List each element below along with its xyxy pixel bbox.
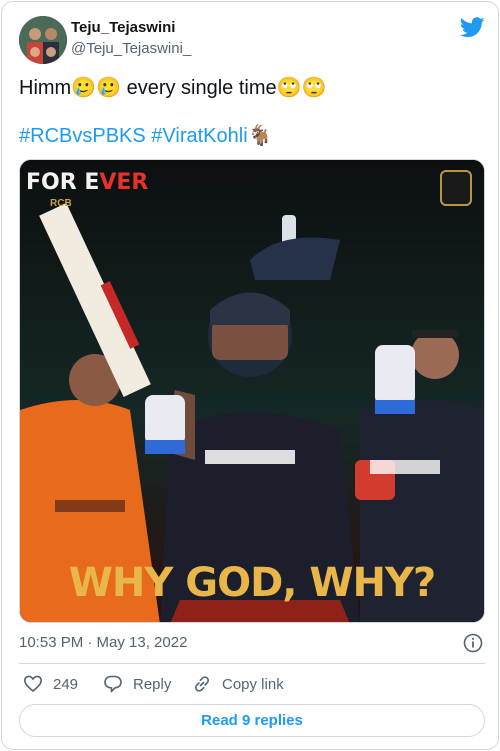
divider xyxy=(19,663,485,664)
reply-label: Reply xyxy=(133,675,172,693)
photo-illustration xyxy=(20,160,484,622)
avatar[interactable] xyxy=(19,16,67,64)
copy-link-button[interactable]: Copy link xyxy=(192,672,284,696)
info-icon[interactable] xyxy=(463,633,483,653)
image-caption: WHY GOD, WHY? xyxy=(68,560,436,606)
reply-button[interactable]: Reply xyxy=(103,672,171,696)
hashtag-rcbvspbks[interactable]: #RCBvsPBKS xyxy=(19,125,146,147)
reply-icon xyxy=(104,675,122,693)
link-icon xyxy=(195,676,209,692)
hashtag-viratkohli[interactable]: #ViratKohli🐐 xyxy=(151,125,272,147)
forever-logo: FOR EVER xyxy=(26,170,149,195)
read-replies-button[interactable]: Read 9 replies xyxy=(19,704,485,737)
author-display-name[interactable]: Teju_Tejaswini xyxy=(71,19,175,36)
copy-link-label: Copy link xyxy=(222,675,284,693)
like-count: 249 xyxy=(53,675,79,693)
tweet-image[interactable]: FOR EVER RCB WHY GOD, WHY? xyxy=(19,159,485,623)
hashtag-line: #RCBvsPBKS #ViratKohli🐐 xyxy=(19,124,273,148)
team-crest-icon xyxy=(440,170,472,206)
forever-logo-sub: RCB xyxy=(50,198,72,209)
author-handle[interactable]: @Teju_Tejaswini_ xyxy=(71,40,191,57)
heart-icon xyxy=(23,675,43,693)
tweet-text: Himm🥲🥲 every single time🙄🙄 xyxy=(19,77,327,99)
twitter-bird-icon[interactable] xyxy=(460,17,485,38)
tweet-timestamp[interactable]: 10:53 PM · May 13, 2022 xyxy=(19,634,187,651)
tweet-card: Teju_Tejaswini @Teju_Tejaswini_ Himm🥲🥲 e… xyxy=(1,1,499,750)
like-button[interactable]: 249 xyxy=(23,672,78,696)
